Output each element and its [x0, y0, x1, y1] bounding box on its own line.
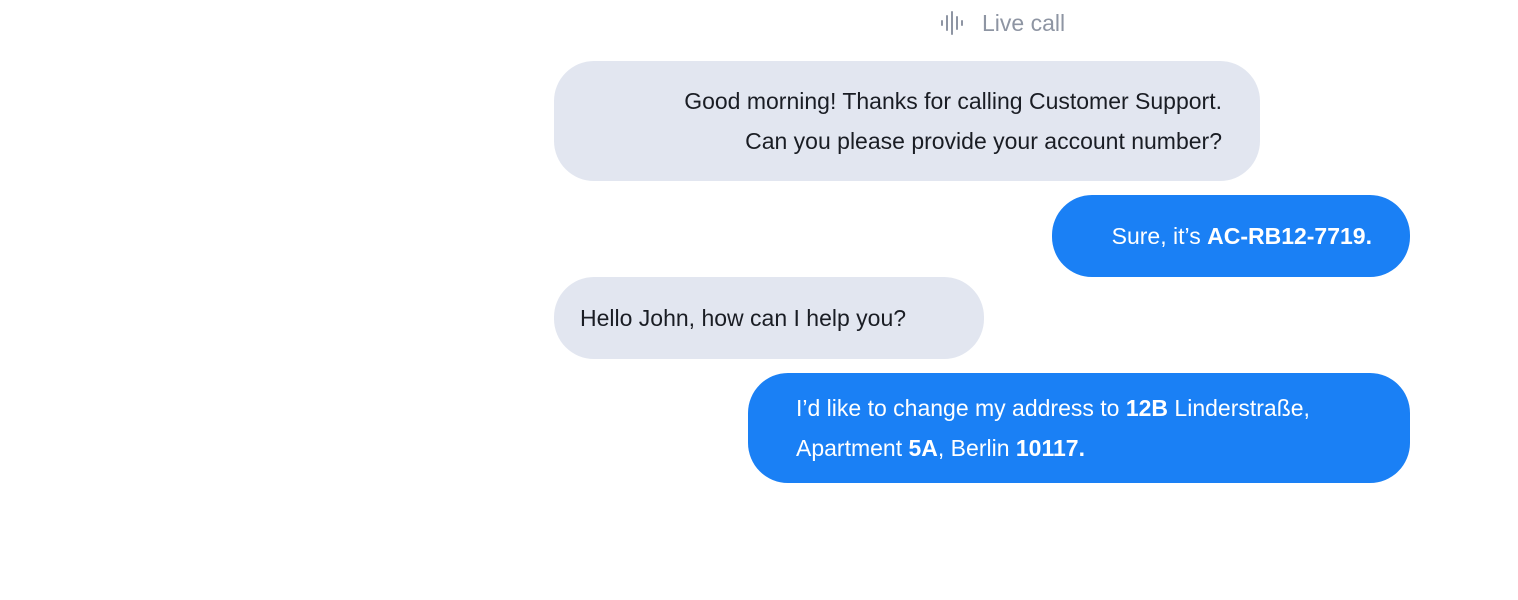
message-text: Linderstraße, — [1168, 395, 1310, 421]
audio-wave-icon — [940, 11, 966, 35]
house-number: 12B — [1125, 395, 1169, 421]
chat-transcript: Live call Good morning! Thanks for calli… — [0, 0, 1518, 600]
live-call-indicator: Live call — [940, 8, 1065, 38]
message-text: Hello John, how can I help you? — [580, 305, 907, 331]
postal-code: 10117. — [1015, 435, 1085, 461]
message-text: Sure, it’s — [1111, 223, 1208, 249]
user-message-bubble: I’d like to change my address to 12B Lin… — [748, 373, 1410, 483]
message-text: Can you please provide your account numb… — [745, 128, 1222, 154]
message-text: I’d like to change my address to — [796, 395, 1126, 421]
user-message-bubble: Sure, it’s AC-RB12-7719. — [1052, 195, 1410, 277]
apartment-number: 5A — [908, 435, 938, 461]
message-text: Apartment — [796, 435, 909, 461]
message-text: Good morning! Thanks for calling Custome… — [684, 88, 1222, 114]
message-text: , Berlin — [937, 435, 1016, 461]
message-line: Apartment 5A, Berlin 10117. — [796, 428, 1380, 468]
live-call-label: Live call — [982, 9, 1066, 36]
agent-message-bubble: Good morning! Thanks for calling Custome… — [554, 61, 1260, 181]
account-number: AC-RB12-7719. — [1207, 223, 1372, 249]
agent-message-bubble: Hello John, how can I help you? — [554, 277, 984, 359]
message-line: I’d like to change my address to 12B Lin… — [796, 388, 1380, 428]
